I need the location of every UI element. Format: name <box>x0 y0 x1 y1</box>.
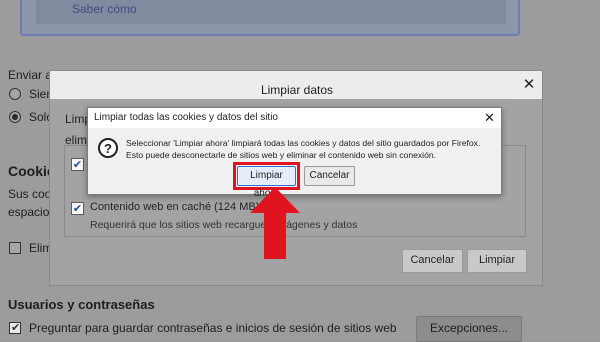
radio-always[interactable] <box>9 88 21 100</box>
clear-data-dialog-title: Limpiar datos <box>260 83 334 97</box>
question-icon: ? <box>98 138 118 158</box>
cache-label: Contenido web en caché (124 MB) <box>90 201 260 213</box>
check-icon: ✔ <box>11 322 21 334</box>
close-icon[interactable]: ✕ <box>484 110 495 126</box>
cache-checkbox[interactable]: ✔ <box>71 202 84 215</box>
confirm-cancel-button[interactable]: Cancelar <box>304 166 355 186</box>
cookies-checkbox[interactable]: ✔ <box>71 158 84 171</box>
arrow-shape <box>250 187 300 259</box>
learn-more-link[interactable]: Saber cómo <box>72 2 137 16</box>
clear-button[interactable]: Limpiar <box>467 249 527 273</box>
radio-only[interactable] <box>9 111 21 123</box>
cache-description: Requerirá que los sitios web recarguen i… <box>90 219 358 231</box>
confirm-dialog-title: Limpiar todas las cookies y datos del si… <box>94 112 278 123</box>
ask-save-checkbox[interactable]: ✔ <box>9 322 21 334</box>
clear-now-button[interactable]: Limpiar ahora <box>237 166 296 199</box>
close-icon[interactable]: ✕ <box>520 76 538 94</box>
users-passwords-heading: Usuarios y contraseñas <box>8 297 155 312</box>
confirm-message: Seleccionar 'Limpiar ahora' limpiará tod… <box>126 138 481 160</box>
delete-on-close-checkbox[interactable] <box>9 242 21 254</box>
cancel-button[interactable]: Cancelar <box>402 249 463 273</box>
confirm-clear-dialog: Limpiar todas las cookies y datos del si… <box>87 107 502 199</box>
red-arrow-annotation <box>250 187 300 259</box>
send-label: Enviar a <box>8 68 53 82</box>
exceptions-button[interactable]: Excepciones... <box>416 316 522 342</box>
ask-save-label: Preguntar para guardar contraseñas e ini… <box>29 321 397 335</box>
